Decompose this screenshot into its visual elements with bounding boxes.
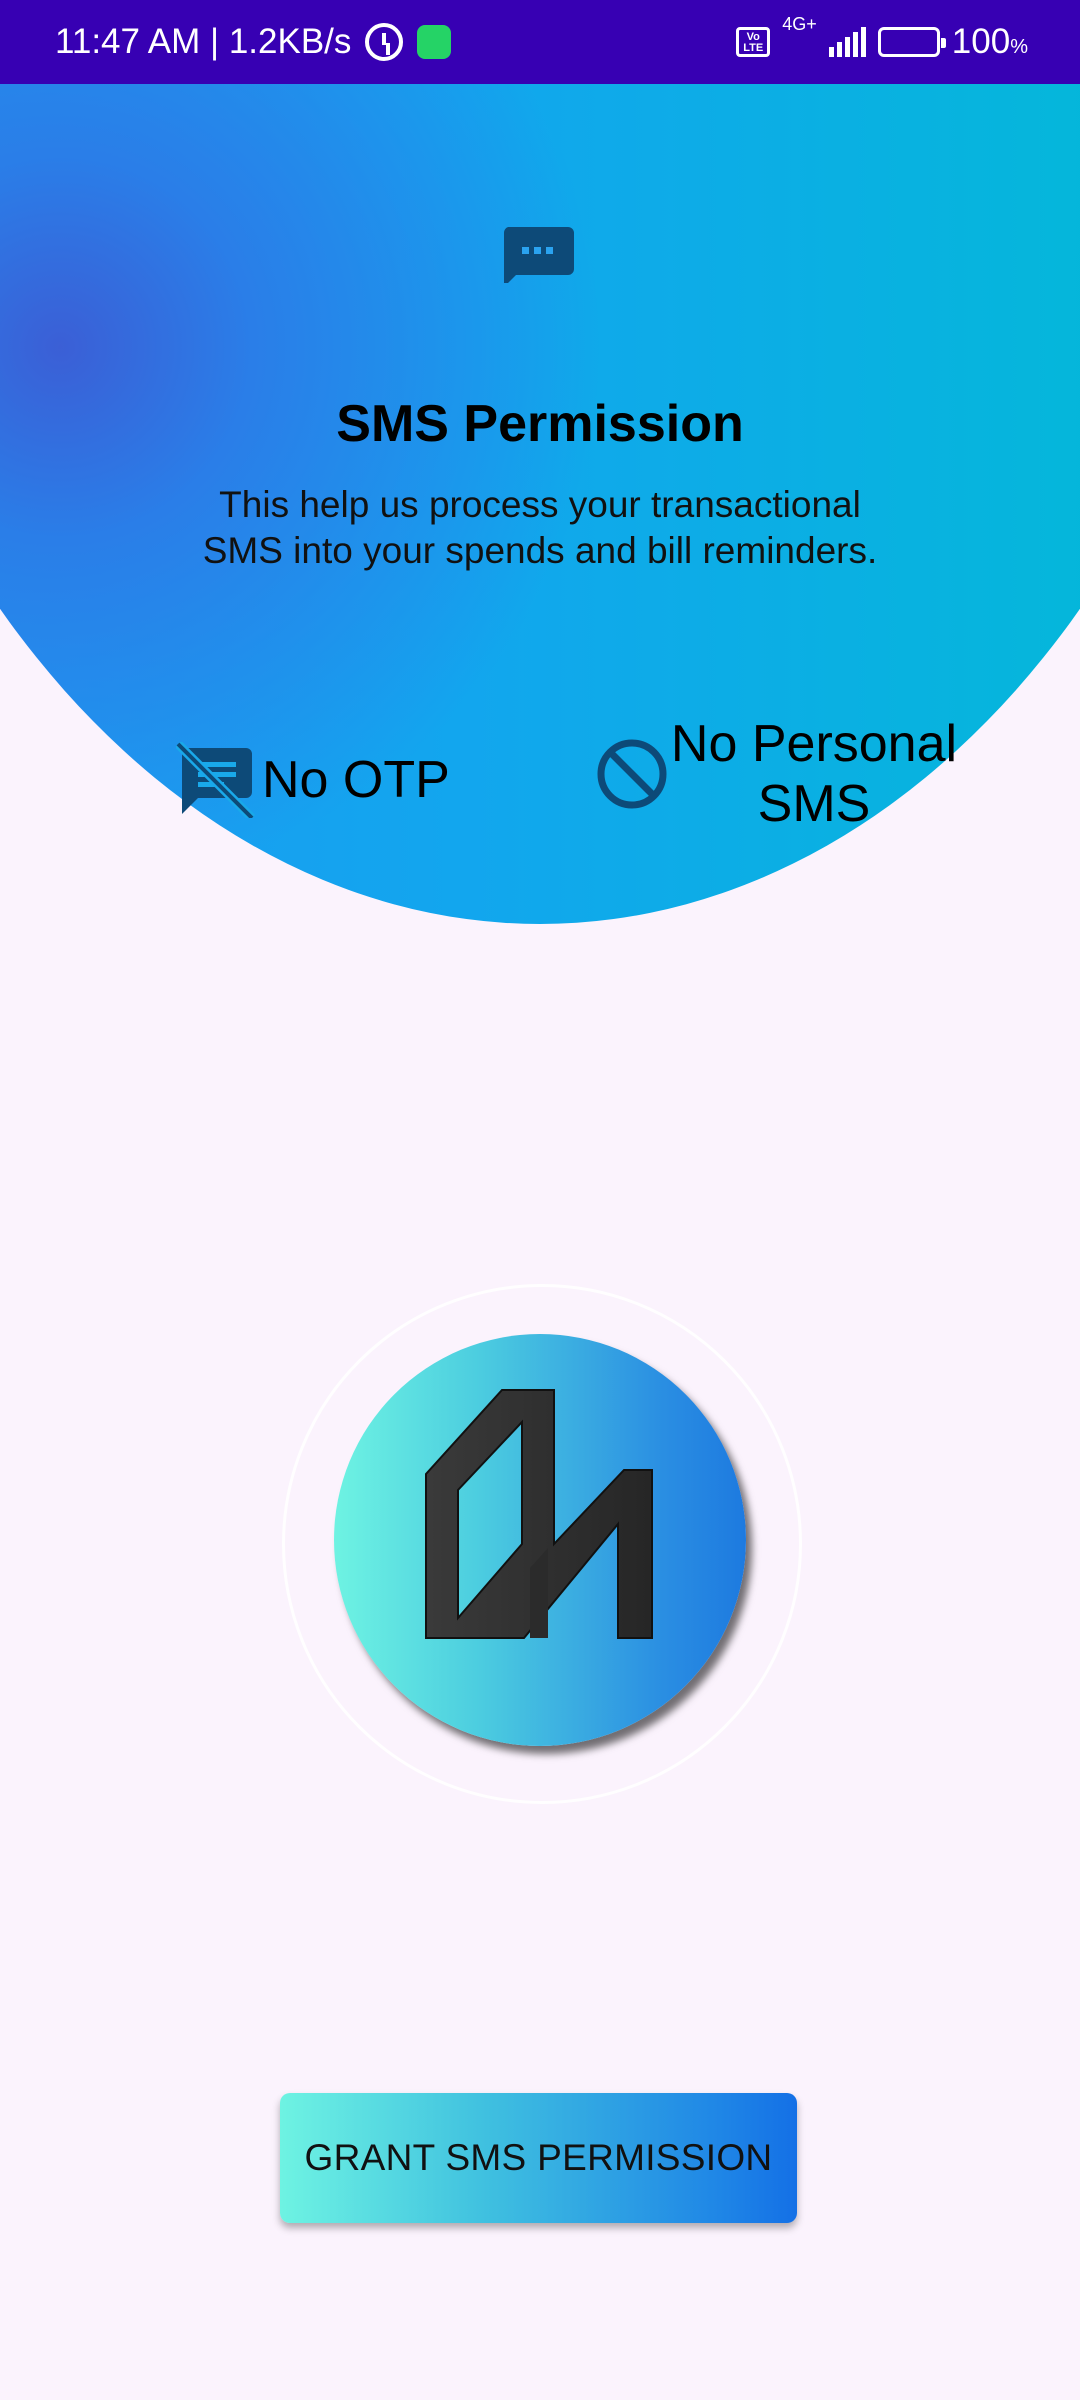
app-logo: [334, 1334, 746, 1746]
status-right: Vo LTE 4G+ 100%: [736, 14, 1028, 62]
status-bar: 11:47 AM | 1.2KB/s Vo LTE 4G+ 100%: [0, 0, 1080, 84]
feature-no-personal-sms-label: No Personal SMS: [670, 715, 958, 833]
sms-message-icon: [503, 227, 574, 283]
hero-section: SMS Permission This help us process your…: [0, 84, 1080, 924]
status-left: 11:47 AM | 1.2KB/s: [55, 22, 452, 62]
network-type: 4G+: [782, 14, 817, 34]
signal-icon: [828, 27, 866, 57]
battery-percent: 100%: [951, 22, 1028, 61]
page-description: This help us process your transactional …: [202, 484, 878, 571]
feature-no-personal-sms: No Personal SMS: [596, 714, 960, 834]
feature-no-otp-label: No OTP: [262, 751, 450, 809]
feature-no-otp: No OTP: [176, 742, 450, 818]
whatsapp-icon: [417, 25, 452, 59]
alarm-icon: [365, 23, 404, 61]
page-title: SMS Permission: [336, 395, 744, 453]
volte-icon: Vo LTE: [736, 27, 771, 57]
grant-sms-permission-button[interactable]: GRANT SMS PERMISSION: [280, 2093, 797, 2223]
no-otp-sms-icon: [176, 742, 256, 818]
status-time: 11:47 AM | 1.2KB/s: [55, 22, 352, 61]
battery-icon: [877, 27, 946, 57]
block-icon: [597, 739, 667, 809]
app-logo-mark-icon: [425, 1389, 653, 1639]
